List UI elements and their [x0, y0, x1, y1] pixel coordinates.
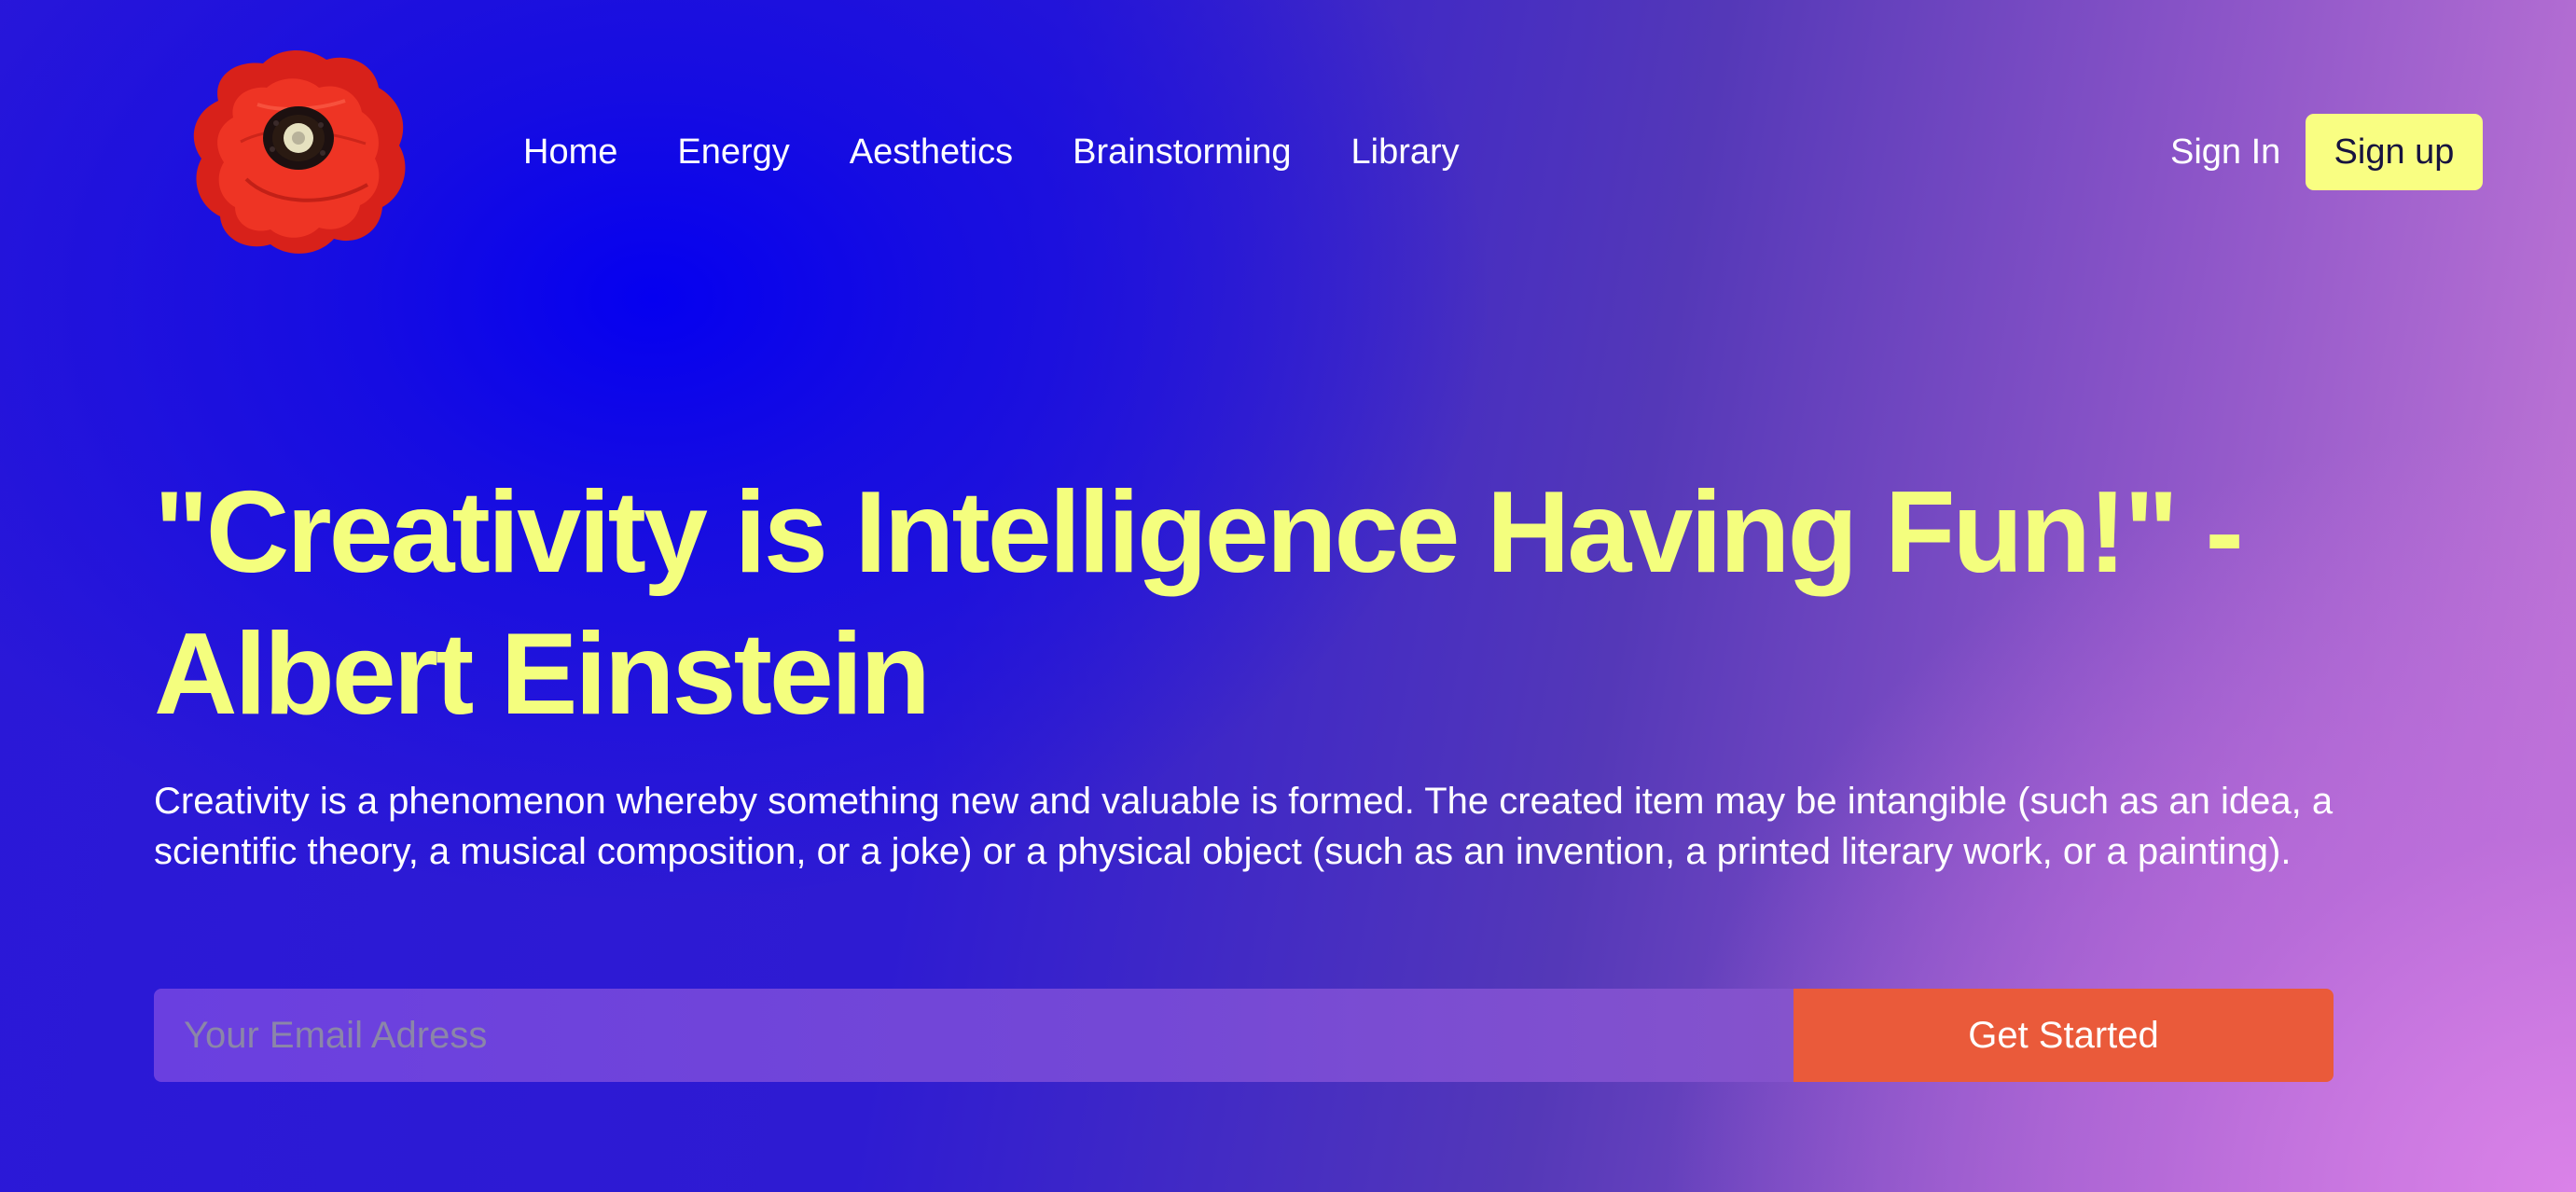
sign-in-link[interactable]: Sign In [2170, 123, 2280, 181]
nav-item-aesthetics[interactable]: Aesthetics [850, 132, 1013, 173]
nav-item-energy[interactable]: Energy [677, 132, 789, 173]
nav-item-library[interactable]: Library [1351, 132, 1460, 173]
email-signup-form: Get Started [154, 989, 2334, 1082]
poppy-flower-icon [193, 49, 406, 254]
hero-description: Creativity is a phenomenon whereby somet… [154, 781, 2334, 872]
main-nav: Home Energy Aesthetics Brainstorming Lib… [523, 123, 1460, 181]
nav-item-brainstorming[interactable]: Brainstorming [1073, 132, 1291, 173]
logo[interactable] [168, 39, 420, 259]
hero-headline: "Creativity is Intelligence Having Fun!"… [154, 468, 2244, 739]
nav-item-home[interactable]: Home [523, 132, 617, 173]
get-started-button[interactable]: Get Started [1794, 989, 2334, 1082]
email-input[interactable] [154, 989, 1794, 1082]
sign-up-button[interactable]: Sign up [2306, 114, 2483, 190]
